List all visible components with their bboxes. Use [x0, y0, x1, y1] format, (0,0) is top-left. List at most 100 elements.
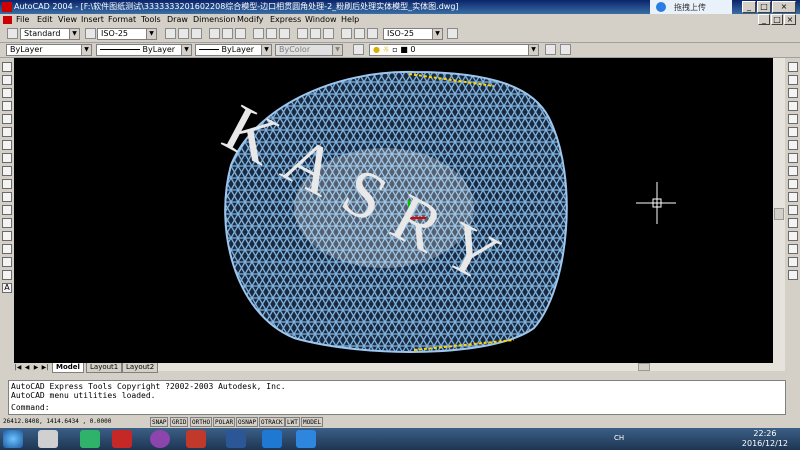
menu-view[interactable]: View: [58, 15, 77, 24]
menu-format[interactable]: Format: [108, 15, 136, 24]
autocad-taskbar-icon[interactable]: [186, 430, 206, 448]
menu-help[interactable]: Help: [341, 15, 359, 24]
mirror-icon[interactable]: [788, 88, 798, 98]
join-icon[interactable]: [788, 231, 798, 241]
rotate-icon[interactable]: [788, 140, 798, 150]
menu-dimension[interactable]: Dimension: [193, 15, 236, 24]
menu-insert[interactable]: Insert: [81, 15, 104, 24]
color-combo[interactable]: ByLayer ▼: [6, 44, 92, 56]
model-toggle[interactable]: MODEL: [301, 417, 324, 427]
point-icon[interactable]: [2, 231, 12, 241]
rectangle-icon[interactable]: [2, 114, 12, 124]
scroll-thumb[interactable]: [774, 208, 784, 220]
grid-toggle[interactable]: GRID: [170, 417, 189, 427]
leader-icon[interactable]: [297, 28, 308, 39]
layer-combo[interactable]: ● ☼ ▫ ■ 0 ▼: [369, 44, 539, 56]
app-icon-3[interactable]: [296, 430, 316, 448]
menu-modify[interactable]: Modify: [237, 15, 264, 24]
chamfer-icon[interactable]: [788, 244, 798, 254]
copy-icon[interactable]: [788, 75, 798, 85]
menu-express[interactable]: Express: [270, 15, 301, 24]
doc-close-button[interactable]: ×: [784, 14, 796, 25]
doc-minimize-button[interactable]: _: [758, 14, 770, 25]
revision-cloud-icon[interactable]: [2, 153, 12, 163]
doc-restore-button[interactable]: □: [771, 14, 783, 25]
continue-dim-icon[interactable]: [279, 28, 290, 39]
horizontal-scrollbar[interactable]: [158, 363, 773, 371]
chevron-down-icon[interactable]: ▼: [69, 29, 79, 39]
drawing-canvas[interactable]: KASRY: [14, 58, 773, 363]
quick-dim-icon[interactable]: [253, 28, 264, 39]
polar-toggle[interactable]: POLAR: [213, 417, 236, 427]
coordinates-display[interactable]: 26412.8408, 1414.6434 , 0.0000: [2, 417, 148, 427]
arc-icon[interactable]: [2, 127, 12, 137]
app-icon[interactable]: [112, 430, 132, 448]
menu-file[interactable]: File: [16, 15, 29, 24]
insert-block-icon[interactable]: [2, 205, 12, 215]
menu-tools[interactable]: Tools: [141, 15, 161, 24]
text-style-combo[interactable]: Standard ▼: [20, 28, 80, 40]
scroll-thumb[interactable]: [638, 363, 650, 371]
drawing-viewport[interactable]: KASRY: [14, 58, 773, 363]
prev-tab-icon[interactable]: ◀: [23, 363, 31, 372]
region-icon[interactable]: [2, 257, 12, 267]
lineweight-combo[interactable]: ByLayer ▼: [195, 44, 272, 56]
angular-dim-icon[interactable]: [235, 28, 246, 39]
hatch-icon[interactable]: [2, 244, 12, 254]
next-tab-icon[interactable]: ▶: [32, 363, 40, 372]
layer-manager-icon[interactable]: [353, 44, 364, 55]
document-icon[interactable]: [3, 16, 12, 24]
linetype-combo[interactable]: ByLayer ▼: [96, 44, 192, 56]
polyline-icon[interactable]: [2, 88, 12, 98]
dim-style-combo[interactable]: ISO-25 ▼: [97, 28, 157, 40]
osnap-toggle[interactable]: OSNAP: [236, 417, 259, 427]
chevron-down-icon[interactable]: ▼: [146, 29, 156, 39]
word-icon[interactable]: [226, 430, 246, 448]
iqiyi-icon[interactable]: [80, 430, 100, 448]
ortho-toggle[interactable]: ORTHO: [190, 417, 213, 427]
polygon-icon[interactable]: [2, 101, 12, 111]
first-tab-icon[interactable]: |◀: [14, 363, 22, 372]
ordinate-dim-icon[interactable]: [191, 28, 202, 39]
chevron-down-icon[interactable]: ▼: [181, 45, 191, 55]
command-prompt[interactable]: Command:: [11, 403, 50, 412]
cloud-upload-button[interactable]: 拖拽上传: [650, 0, 732, 14]
dim-update-icon[interactable]: [367, 28, 378, 39]
autocad-app-icon[interactable]: [2, 2, 12, 12]
construction-line-icon[interactable]: [2, 75, 12, 85]
system-clock[interactable]: 22:26 2016/12/12: [742, 429, 788, 449]
make-layer-current-icon[interactable]: [545, 44, 556, 55]
baseline-dim-icon[interactable]: [266, 28, 277, 39]
chevron-down-icon[interactable]: ▼: [528, 45, 538, 55]
input-language[interactable]: CH: [614, 434, 624, 442]
menu-window[interactable]: Window: [305, 15, 337, 24]
spline-icon[interactable]: [2, 166, 12, 176]
app-icon-2[interactable]: [262, 430, 282, 448]
chevron-down-icon[interactable]: ▼: [81, 45, 91, 55]
erase-icon[interactable]: [788, 62, 798, 72]
vertical-scrollbar[interactable]: [773, 58, 785, 371]
line-icon[interactable]: [2, 62, 12, 72]
circle-icon[interactable]: [2, 140, 12, 150]
make-block-icon[interactable]: [2, 218, 12, 228]
fillet-icon[interactable]: [788, 257, 798, 267]
ellipse-icon[interactable]: [2, 179, 12, 189]
break-icon[interactable]: [788, 218, 798, 228]
linear-dim-icon[interactable]: [165, 28, 176, 39]
dim-style-manager-icon[interactable]: [447, 28, 458, 39]
menu-edit[interactable]: Edit: [37, 15, 53, 24]
ellipse-arc-icon[interactable]: [2, 192, 12, 202]
lengthen-icon[interactable]: [788, 179, 798, 189]
last-tab-icon[interactable]: ▶|: [41, 363, 49, 372]
multiline-text-icon[interactable]: A: [2, 283, 12, 293]
close-button[interactable]: ×: [772, 1, 796, 13]
start-button[interactable]: [3, 430, 23, 448]
dim-style-icon[interactable]: [85, 28, 96, 39]
chevron-down-icon[interactable]: ▼: [261, 45, 271, 55]
aligned-dim-icon[interactable]: [178, 28, 189, 39]
radius-dim-icon[interactable]: [209, 28, 220, 39]
offset-icon[interactable]: [788, 101, 798, 111]
dim-edit-icon[interactable]: [341, 28, 352, 39]
center-mark-icon[interactable]: [323, 28, 334, 39]
tab-layout1[interactable]: Layout1: [86, 363, 123, 373]
